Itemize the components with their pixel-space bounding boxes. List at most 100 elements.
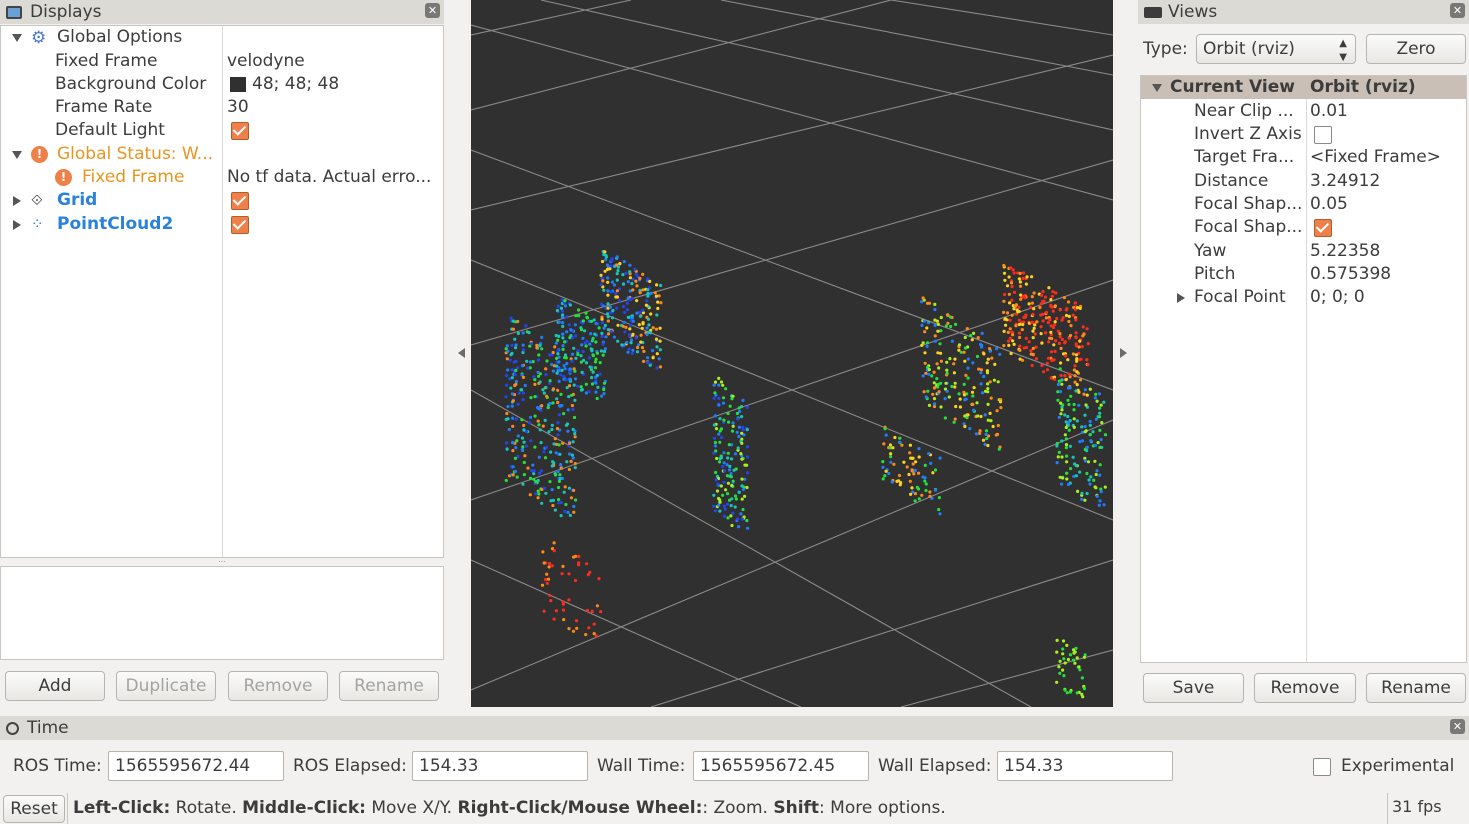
tree-item-frame-rate[interactable]: Frame Rate 30 — [1, 96, 441, 119]
cloud-point — [1085, 327, 1089, 331]
prop-focal-shape-size[interactable]: Focal Shap... 0.05 — [1141, 193, 1466, 216]
expand-arrow-icon[interactable] — [1152, 84, 1162, 92]
render-viewport[interactable] — [471, 0, 1113, 707]
duplicate-button[interactable]: Duplicate — [116, 671, 216, 701]
remove-display-button[interactable]: Remove — [228, 671, 328, 701]
prop-value[interactable]: 0.01 — [1310, 100, 1348, 123]
view-type-select[interactable]: Orbit (rviz) ▲ ▼ — [1196, 34, 1356, 64]
tree-item-background-color[interactable]: Background Color 48; 48; 48 — [1, 73, 441, 96]
background-color-value[interactable]: 48; 48; 48 — [252, 73, 339, 96]
ros-elapsed-field[interactable]: 154.33 — [412, 751, 588, 781]
invert-z-checkbox[interactable] — [1314, 126, 1332, 144]
prop-value[interactable]: 3.24912 — [1310, 170, 1380, 193]
save-view-button[interactable]: Save — [1143, 673, 1244, 703]
expand-arrow-icon[interactable] — [12, 151, 22, 159]
current-view-header[interactable]: Current View Orbit (rviz) — [1141, 76, 1466, 99]
cloud-point — [551, 401, 555, 405]
add-button[interactable]: Add — [5, 671, 105, 701]
prop-distance[interactable]: Distance 3.24912 — [1141, 170, 1466, 193]
cloud-point — [1072, 408, 1076, 412]
remove-view-button[interactable]: Remove — [1254, 673, 1356, 703]
cloud-point — [1003, 278, 1007, 282]
prop-value[interactable]: 5.22358 — [1310, 240, 1380, 263]
close-icon[interactable]: ✕ — [1450, 3, 1465, 18]
prop-focal-point[interactable]: Focal Point 0; 0; 0 — [1141, 286, 1466, 309]
cloud-point — [1055, 680, 1059, 684]
tree-item-fixed-frame[interactable]: Fixed Frame velodyne — [1, 50, 441, 73]
rename-display-button[interactable]: Rename — [339, 671, 439, 701]
cloud-point — [923, 463, 927, 467]
close-icon[interactable]: ✕ — [1450, 719, 1465, 734]
cloud-point — [944, 381, 948, 385]
cloud-point — [1098, 499, 1102, 503]
cloud-point — [925, 344, 929, 348]
cloud-point — [573, 369, 577, 373]
cloud-point — [580, 388, 584, 392]
default-light-checkbox[interactable] — [231, 122, 249, 140]
prop-yaw[interactable]: Yaw 5.22358 — [1141, 240, 1466, 263]
tree-item-grid[interactable]: ⟐ Grid — [1, 189, 441, 212]
splitter-handle[interactable]: ⋯ — [218, 558, 226, 566]
cloud-point — [1047, 340, 1051, 344]
tree-item-pointcloud2[interactable]: ⁘ PointCloud2 — [1, 213, 441, 236]
prop-value[interactable]: 0; 0; 0 — [1310, 286, 1365, 309]
cloud-point — [548, 561, 552, 566]
prop-value[interactable]: <Fixed Frame> — [1310, 146, 1441, 169]
cloud-point — [621, 324, 625, 328]
cloud-point — [1055, 650, 1059, 654]
cloud-point — [883, 427, 887, 431]
prop-near-clip[interactable]: Near Clip ... 0.01 — [1141, 100, 1466, 123]
cloud-point — [600, 317, 604, 321]
expand-arrow-icon[interactable] — [13, 196, 21, 206]
grid-and-pointcloud[interactable] — [471, 0, 1113, 707]
focal-shape-checkbox[interactable] — [1314, 219, 1332, 237]
ros-time-field[interactable]: 1565595672.44 — [108, 751, 284, 781]
cloud-point — [725, 463, 729, 467]
expand-arrow-icon[interactable] — [1177, 293, 1185, 303]
collapse-left-arrow-icon[interactable] — [456, 346, 466, 360]
color-swatch[interactable] — [230, 77, 246, 92]
rename-view-button[interactable]: Rename — [1366, 673, 1466, 703]
cloud-point — [568, 303, 572, 307]
cloud-point — [553, 508, 557, 512]
cloud-point — [600, 394, 604, 398]
expand-arrow-icon[interactable] — [13, 220, 21, 230]
cloud-point — [574, 314, 578, 318]
cloud-point — [651, 356, 655, 360]
prop-focal-shape-fixed[interactable]: Focal Shap... — [1141, 216, 1466, 239]
experimental-checkbox[interactable] — [1313, 758, 1331, 776]
prop-target-frame[interactable]: Target Fra... <Fixed Frame> — [1141, 146, 1466, 169]
cloud-point — [521, 350, 525, 355]
frame-rate-value[interactable]: 30 — [227, 96, 249, 119]
cloud-point — [1078, 470, 1082, 474]
cloud-point — [927, 403, 932, 407]
cloud-point — [1018, 284, 1023, 288]
pointcloud2-checkbox[interactable] — [231, 216, 249, 234]
expand-arrow-icon[interactable] — [12, 34, 22, 42]
cloud-point — [562, 618, 566, 622]
zero-button[interactable]: Zero — [1366, 34, 1466, 64]
cloud-point — [566, 429, 570, 433]
cloud-point — [933, 402, 937, 406]
cloud-point — [1060, 382, 1064, 386]
grid-checkbox[interactable] — [231, 192, 249, 210]
cloud-point — [576, 349, 580, 353]
reset-button[interactable]: Reset — [3, 795, 65, 823]
prop-invert-z-axis[interactable]: Invert Z Axis — [1141, 123, 1466, 146]
prop-value[interactable]: 0.575398 — [1310, 263, 1391, 286]
cloud-point — [646, 356, 650, 360]
wall-time-field[interactable]: 1565595672.45 — [693, 751, 869, 781]
collapse-right-arrow-icon[interactable] — [1119, 346, 1129, 360]
tree-item-status-fixed-frame[interactable]: ! Fixed Frame No tf data. Actual erro... — [1, 166, 441, 189]
wall-elapsed-field[interactable]: 154.33 — [997, 751, 1173, 781]
fixed-frame-value[interactable]: velodyne — [227, 50, 305, 73]
cloud-point — [562, 490, 566, 494]
cloud-point — [615, 263, 619, 267]
prop-pitch[interactable]: Pitch 0.575398 — [1141, 263, 1466, 286]
cloud-point — [606, 302, 610, 306]
cloud-point — [541, 424, 545, 428]
cloud-point — [525, 359, 529, 363]
close-icon[interactable]: ✕ — [425, 3, 440, 18]
tree-item-default-light[interactable]: Default Light — [1, 119, 441, 142]
prop-value[interactable]: 0.05 — [1310, 193, 1348, 216]
